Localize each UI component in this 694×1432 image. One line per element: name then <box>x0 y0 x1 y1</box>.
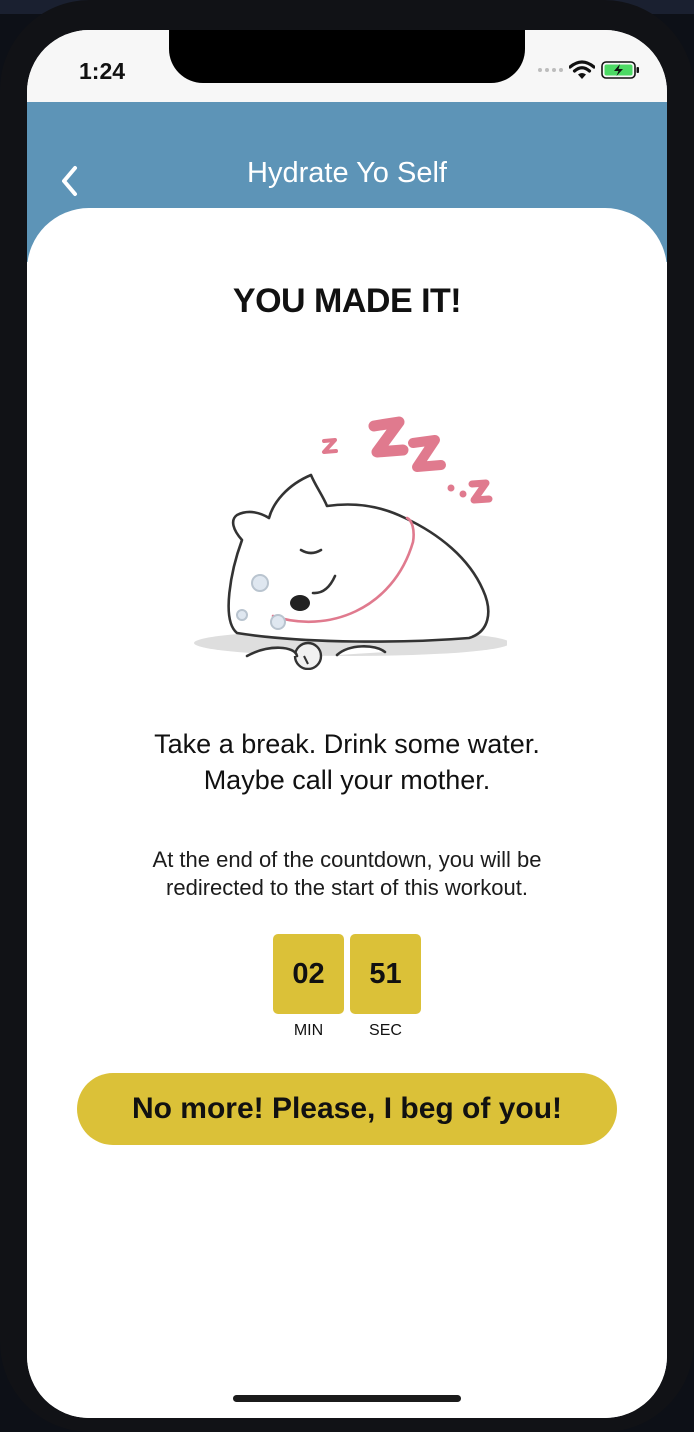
minutes-label: MIN <box>293 1022 324 1039</box>
message-line: Maybe call your mother. <box>203 765 491 795</box>
break-message: Take a break. Drink some water. Maybe ca… <box>47 726 647 798</box>
seconds-value: 51 <box>350 934 421 1014</box>
phone-frame: 1:24 Hydrate Yo Self YOU MADE IT! Take a… <box>0 0 694 1432</box>
status-time: 1:24 <box>79 58 126 84</box>
battery-charging-icon <box>601 61 639 79</box>
notch <box>169 30 525 83</box>
cellular-signal-icon <box>538 68 563 72</box>
countdown-minutes: 02 MIN <box>273 934 344 1040</box>
content-card <box>27 208 667 1418</box>
info-line: At the end of the countdown, you will be <box>152 847 542 872</box>
app-screen: 1:24 Hydrate Yo Self YOU MADE IT! Take a… <box>27 30 667 1418</box>
stop-workout-button[interactable]: No more! Please, I beg of you! <box>77 1073 617 1145</box>
countdown-timer: 02 MIN 51 SEC <box>273 934 421 1040</box>
wifi-icon <box>569 60 595 79</box>
sleeping-cat-illustration <box>194 416 507 670</box>
message-line: Take a break. Drink some water. <box>154 729 540 759</box>
status-bar: 1:24 <box>27 30 667 102</box>
info-line: redirected to the start of this workout. <box>166 875 528 900</box>
redirect-info: At the end of the countdown, you will be… <box>47 846 647 902</box>
status-icons <box>538 60 641 80</box>
nav-title: Hydrate Yo Self <box>247 157 447 189</box>
minutes-value: 02 <box>273 934 344 1014</box>
page-heading: YOU MADE IT! <box>232 282 462 320</box>
seconds-label: SEC <box>369 1022 402 1039</box>
home-indicator[interactable] <box>233 1395 461 1402</box>
countdown-seconds: 51 SEC <box>350 934 421 1040</box>
